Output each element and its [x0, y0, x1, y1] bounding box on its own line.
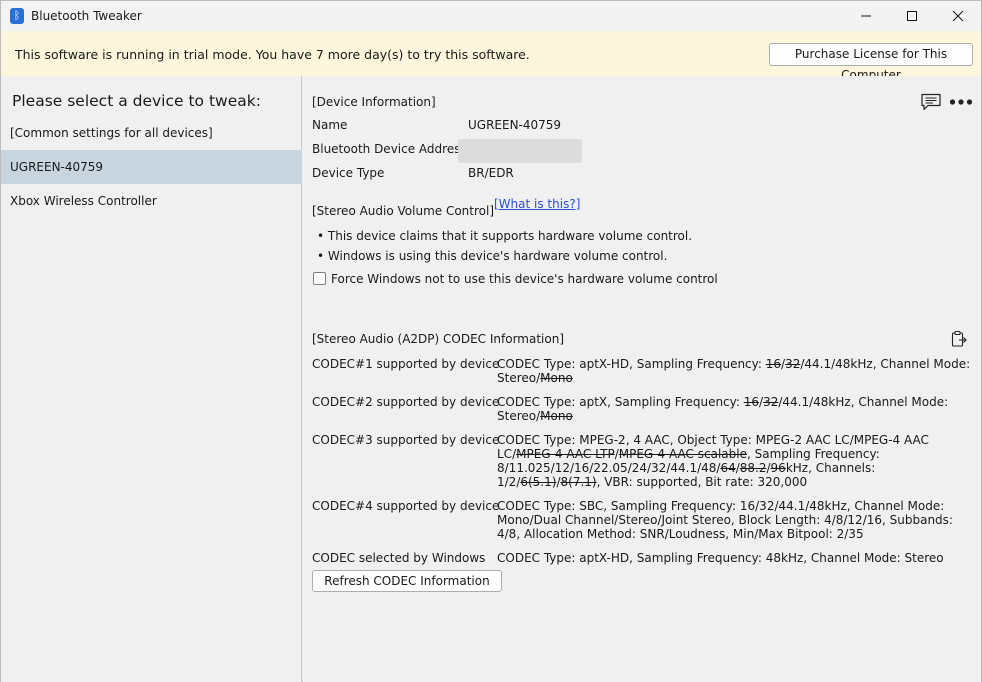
codec3-unsupported-96: 96	[770, 461, 786, 475]
device-list-pane: Please select a device to tweak: [Common…	[1, 76, 302, 682]
bluetooth-icon: ᛒ	[10, 8, 24, 24]
title-bar[interactable]: ᛒ Bluetooth Tweaker	[1, 1, 981, 31]
codec1-label: CODEC#1 supported by device	[312, 357, 500, 371]
codec2-unsupported-16: 16	[743, 395, 760, 409]
codec3-unsupported-64: 64	[720, 461, 736, 475]
codec3-unsupported-6ch: 6(5.1)	[520, 475, 557, 489]
comment-icon	[921, 93, 941, 111]
codec1-unsupported-32: 32	[785, 357, 801, 371]
volume-control-title: [Stereo Audio Volume Control]	[312, 204, 495, 218]
more-options-button[interactable]	[948, 94, 974, 110]
maximize-button[interactable]	[889, 1, 935, 31]
app-window: ᛒ Bluetooth Tweaker This software is run…	[0, 0, 982, 682]
volume-bullet-2-text: Windows is using this device's hardware …	[327, 249, 668, 263]
codec-selected-label: CODEC selected by Windows	[312, 551, 486, 565]
device-type-value: BR/EDR	[468, 166, 514, 180]
close-button[interactable]	[935, 1, 981, 31]
volume-bullet-2: • Windows is using this device's hardwar…	[317, 249, 668, 263]
trial-banner: This software is running in trial mode. …	[1, 31, 981, 82]
device-details-pane: [Device Information] Name UGREEN-40759 B…	[303, 76, 981, 682]
purchase-license-button[interactable]: Purchase License for This Computer	[769, 43, 973, 82]
codec1-unsupported-mono: Mono	[540, 371, 573, 385]
what-is-this-link[interactable]: [What is this?]	[494, 197, 580, 211]
device-info-title: [Device Information]	[312, 95, 436, 109]
clipboard-icon	[951, 331, 967, 347]
codec1-unsupported-16: 16	[765, 357, 782, 371]
codec4-value: CODEC Type: SBC, Sampling Frequency: 16/…	[497, 499, 953, 541]
codec2-unsupported-32: 32	[763, 395, 779, 409]
force-hw-volume-label[interactable]: Force Windows not to use this device's h…	[331, 272, 718, 286]
name-label: Name	[312, 118, 348, 132]
feedback-button[interactable]	[919, 92, 943, 112]
force-hw-volume-checkbox[interactable]	[313, 272, 326, 285]
codec3-value: CODEC Type: MPEG-2, 4 AAC, Object Type: …	[497, 433, 977, 489]
window-title: Bluetooth Tweaker	[31, 9, 142, 23]
copy-codec-info-button[interactable]	[949, 329, 969, 349]
codec2-label: CODEC#2 supported by device	[312, 395, 500, 409]
codec4-label: CODEC#4 supported by device	[312, 499, 500, 513]
codec1-value: CODEC Type: aptX-HD, Sampling Frequency:…	[497, 357, 977, 385]
codec-selected-value: CODEC Type: aptX-HD, Sampling Frequency:…	[497, 551, 944, 565]
codec3-unsupported-ltp: MPEG-4 AAC LTP	[516, 447, 615, 461]
codec3-unsupported-scalable: MPEG-4 AAC scalable	[618, 447, 747, 461]
close-icon	[952, 10, 964, 22]
address-label: Bluetooth Device Address	[312, 142, 467, 156]
maximize-icon	[907, 11, 917, 21]
minimize-icon	[861, 15, 871, 17]
codec-info-title: [Stereo Audio (A2DP) CODEC Information]	[312, 332, 564, 346]
volume-bullet-1: • This device claims that it supports ha…	[317, 229, 693, 243]
codec3-text-d: , VBR: supported, Bit rate: 320,000	[596, 475, 808, 489]
codec2-unsupported-mono: Mono	[540, 409, 573, 423]
codec3-label: CODEC#3 supported by device	[312, 433, 500, 447]
codec3-unsupported-88: 88.2	[739, 461, 767, 475]
codec1-text-a: CODEC Type: aptX-HD, Sampling Frequency:	[497, 357, 766, 371]
device-item-common-settings[interactable]: [Common settings for all devices]	[1, 116, 302, 150]
device-item-ugreen[interactable]: UGREEN-40759	[1, 150, 302, 184]
minimize-button[interactable]	[843, 1, 889, 31]
trial-message: This software is running in trial mode. …	[15, 47, 530, 62]
codec2-value: CODEC Type: aptX, Sampling Frequency: 16…	[497, 395, 977, 423]
name-value: UGREEN-40759	[468, 118, 562, 132]
volume-bullet-1-text: This device claims that it supports hard…	[327, 229, 693, 243]
address-value-redacted	[458, 139, 582, 163]
device-list-heading: Please select a device to tweak:	[12, 92, 261, 110]
codec3-unsupported-8ch: 8(7.1)	[560, 475, 597, 489]
refresh-codec-button[interactable]: Refresh CODEC Information	[312, 570, 502, 592]
device-item-xbox-controller[interactable]: Xbox Wireless Controller	[1, 184, 302, 218]
codec2-text-a: CODEC Type: aptX, Sampling Frequency:	[497, 395, 744, 409]
more-icon	[949, 99, 973, 105]
device-type-label: Device Type	[312, 166, 385, 180]
